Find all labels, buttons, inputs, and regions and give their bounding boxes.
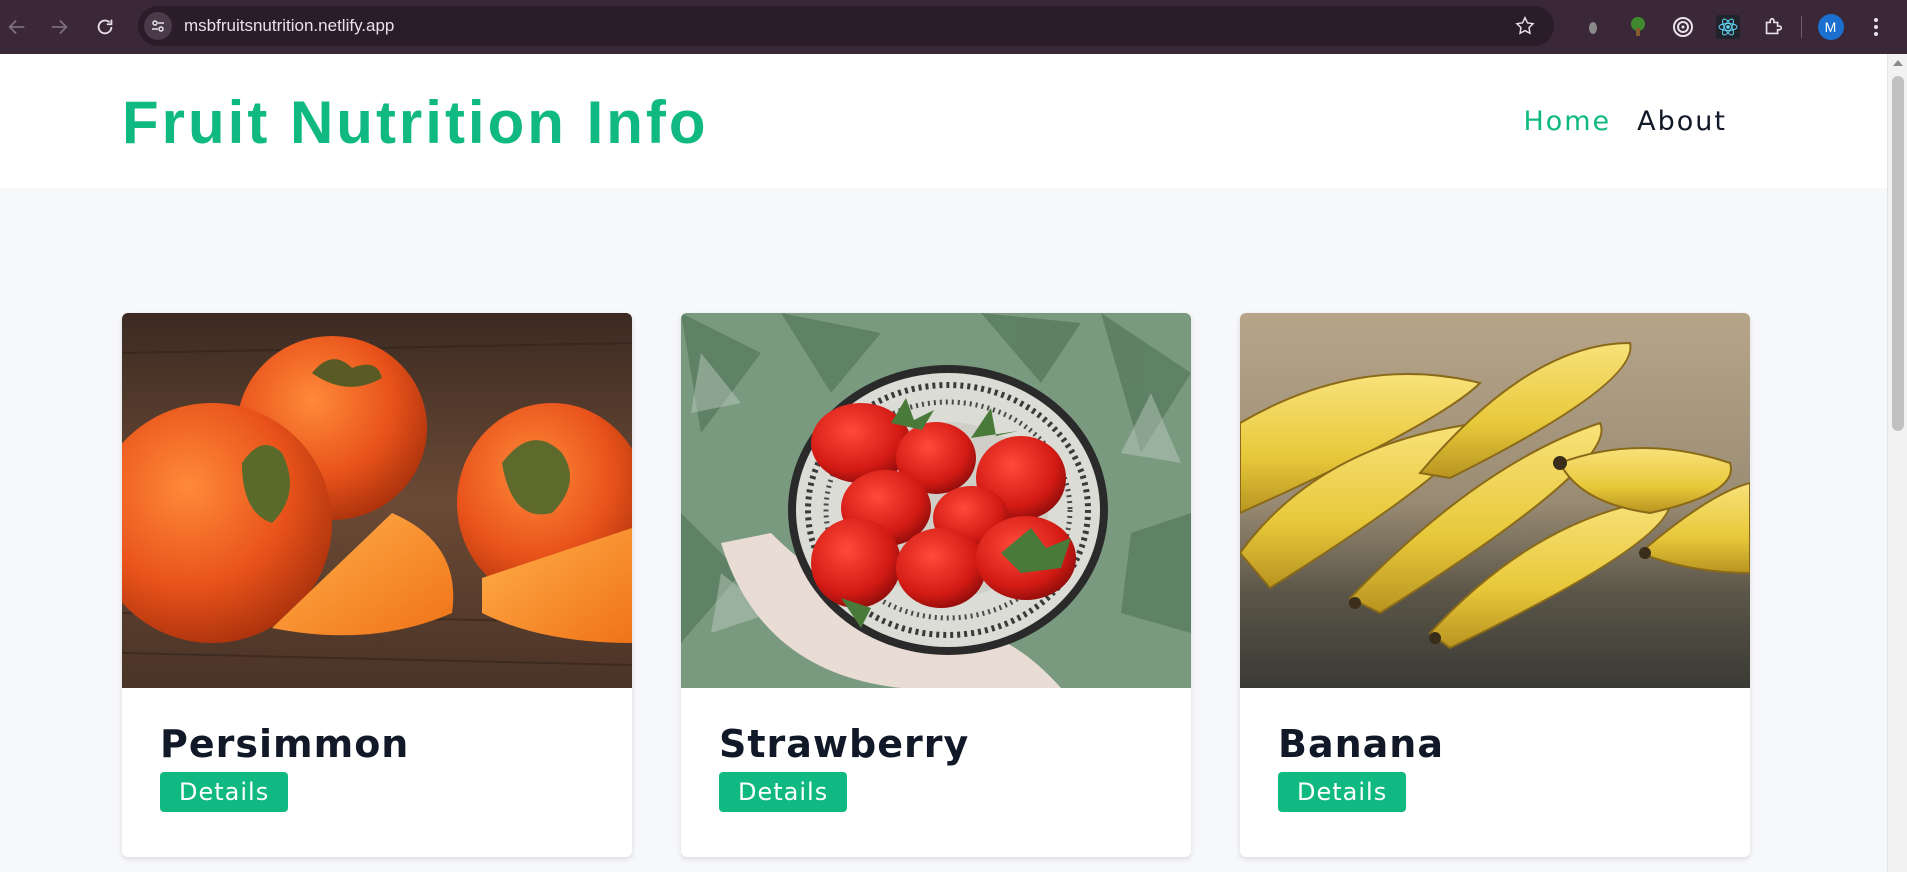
bookmark-star-icon[interactable] bbox=[1514, 15, 1536, 42]
site-info-icon[interactable] bbox=[144, 12, 172, 40]
extension-tree-icon[interactable] bbox=[1615, 0, 1660, 54]
scroll-up-arrow-icon[interactable] bbox=[1893, 60, 1903, 66]
persimmon-image bbox=[122, 313, 632, 688]
banana-image bbox=[1240, 313, 1750, 688]
extensions-area: M bbox=[1570, 0, 1898, 54]
card-body: Persimmon Details bbox=[122, 688, 632, 846]
details-button[interactable]: Details bbox=[160, 772, 289, 812]
site-title[interactable]: Fruit Nutrition Info bbox=[122, 88, 709, 157]
profile-avatar[interactable]: M bbox=[1808, 0, 1853, 54]
toolbar-divider bbox=[1801, 16, 1802, 38]
card-title: Strawberry bbox=[719, 722, 970, 766]
url-text[interactable]: msbfruitsnutrition.netlify.app bbox=[184, 16, 394, 36]
fruit-card-banana: Banana Details bbox=[1240, 313, 1750, 857]
page-scrollbar[interactable] bbox=[1887, 54, 1907, 872]
extensions-puzzle-icon[interactable] bbox=[1750, 0, 1795, 54]
details-button[interactable]: Details bbox=[1278, 772, 1407, 812]
card-body: Strawberry Details bbox=[681, 688, 1191, 846]
fruit-card-strawberry: Strawberry Details bbox=[681, 313, 1191, 857]
scroll-thumb[interactable] bbox=[1892, 76, 1904, 431]
page-viewport: Fruit Nutrition Info Home About Persimmo… bbox=[0, 54, 1887, 872]
menu-dots-icon[interactable] bbox=[1853, 0, 1898, 54]
react-devtools-icon[interactable] bbox=[1705, 0, 1750, 54]
strawberry-image bbox=[681, 313, 1191, 688]
reload-icon[interactable] bbox=[90, 12, 120, 42]
avatar: M bbox=[1817, 14, 1844, 40]
fruit-cards: Persimmon Details Strawberry Details Ban… bbox=[122, 313, 1750, 857]
browser-toolbar: msbfruitsnutrition.netlify.app M bbox=[0, 0, 1907, 54]
forward-icon[interactable] bbox=[44, 12, 74, 42]
details-button[interactable]: Details bbox=[719, 772, 848, 812]
site-header: Fruit Nutrition Info Home About bbox=[0, 54, 1887, 188]
card-title: Banana bbox=[1278, 722, 1444, 766]
nav-home-link[interactable]: Home bbox=[1523, 106, 1611, 137]
extension-target-icon[interactable] bbox=[1660, 0, 1705, 54]
address-bar[interactable]: msbfruitsnutrition.netlify.app bbox=[138, 6, 1554, 46]
card-title: Persimmon bbox=[160, 722, 410, 766]
main-nav: Home About bbox=[1523, 106, 1727, 137]
back-icon[interactable] bbox=[2, 12, 32, 42]
nav-about-link[interactable]: About bbox=[1637, 106, 1727, 137]
extension-dot-icon[interactable] bbox=[1570, 0, 1615, 54]
fruit-card-persimmon: Persimmon Details bbox=[122, 313, 632, 857]
card-body: Banana Details bbox=[1240, 688, 1750, 846]
